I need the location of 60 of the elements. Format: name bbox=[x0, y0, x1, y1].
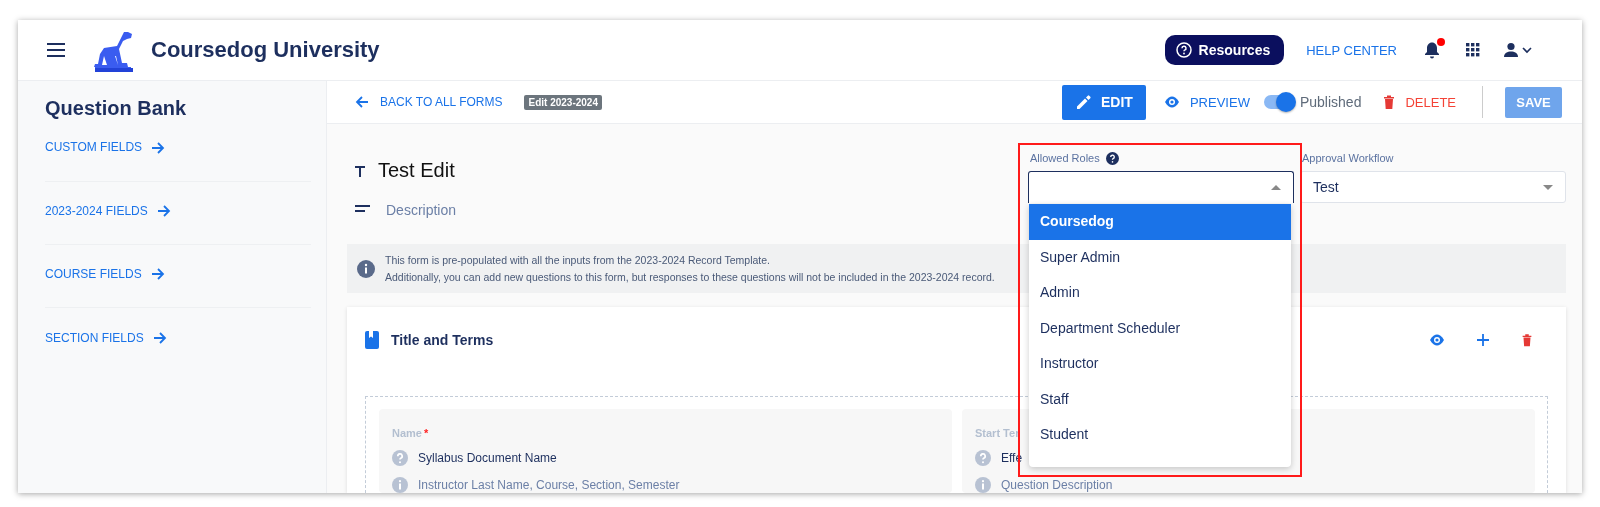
apps-grid-icon[interactable] bbox=[1466, 43, 1480, 57]
section-title: Title and Terms bbox=[391, 332, 494, 348]
arrow-right-icon bbox=[151, 329, 168, 346]
bell-icon[interactable] bbox=[1424, 41, 1440, 59]
delete-button[interactable]: DELETE bbox=[1381, 93, 1456, 111]
approval-workflow-label: Approval Workflow bbox=[1302, 152, 1394, 164]
edit-badge: Edit 2023-2024 bbox=[524, 94, 602, 110]
allowed-roles-select[interactable] bbox=[1028, 171, 1294, 203]
role-option[interactable]: Staff bbox=[1029, 381, 1291, 417]
question-description: Question Description bbox=[1001, 478, 1113, 492]
approval-workflow-select[interactable]: Test bbox=[1300, 171, 1566, 203]
sidebar-link[interactable]: CUSTOM FIELDS bbox=[45, 140, 311, 182]
arrow-right-icon bbox=[149, 266, 166, 282]
arrow-right-icon bbox=[155, 203, 172, 219]
role-option[interactable]: Student bbox=[1029, 417, 1291, 453]
text-type-icon bbox=[355, 166, 365, 177]
role-option[interactable]: Coursedog bbox=[1029, 204, 1291, 240]
help-icon bbox=[1105, 151, 1119, 165]
app-title: Coursedog University bbox=[151, 37, 380, 63]
question-label: Name bbox=[392, 427, 422, 439]
menu-icon[interactable] bbox=[47, 43, 65, 57]
info-text: This form is pre-populated with all the inputs from the 2023-2024 Record Template. bbox=[385, 252, 771, 268]
role-option[interactable]: Admin bbox=[1029, 275, 1291, 311]
required-mark: * bbox=[423, 427, 429, 439]
plus-icon[interactable] bbox=[1476, 333, 1490, 347]
info-text: Additionally, you can add new questions to this form, but responses to these questions will not be included in the 2023-2024 record. bbox=[385, 269, 995, 285]
sidebar-link[interactable]: SECTION FIELDS bbox=[45, 308, 311, 371]
help-circle-icon bbox=[975, 450, 991, 466]
allowed-roles-label: Allowed Roles bbox=[1030, 152, 1100, 164]
role-option[interactable]: Instructor bbox=[1029, 346, 1291, 382]
caret-down-icon bbox=[1543, 184, 1553, 190]
sidebar-title: Question Bank bbox=[45, 97, 188, 120]
description-icon bbox=[355, 205, 370, 215]
trash-icon[interactable] bbox=[1520, 332, 1534, 348]
eye-icon[interactable] bbox=[1428, 332, 1446, 348]
arrow-left-icon bbox=[354, 94, 370, 110]
arrow-right-icon bbox=[150, 140, 167, 156]
edit-button[interactable]: EDIT bbox=[1061, 84, 1146, 120]
help-icon bbox=[1175, 42, 1192, 58]
preview-button[interactable]: PREVIEW bbox=[1161, 94, 1250, 110]
user-menu-icon[interactable] bbox=[1504, 42, 1532, 58]
published-toggle[interactable] bbox=[1263, 95, 1294, 109]
question-text: Syllabus Document Name bbox=[418, 451, 557, 465]
help-circle-icon bbox=[392, 450, 408, 466]
bookmark-book-icon bbox=[365, 331, 379, 349]
published-label: Published bbox=[1299, 94, 1362, 110]
info-icon bbox=[357, 259, 375, 278]
caret-up-icon bbox=[1271, 185, 1281, 190]
resources-button[interactable]: Resources bbox=[1164, 35, 1285, 65]
question-description: Instructor Last Name, Course, Section, Semester bbox=[418, 478, 680, 492]
sidebar-link[interactable]: 2023-2024 FIELDS bbox=[45, 182, 311, 245]
sidebar-link[interactable]: COURSE FIELDS bbox=[45, 245, 311, 308]
pencil-icon bbox=[1075, 93, 1093, 111]
back-link[interactable]: BACK TO ALL FORMS bbox=[354, 94, 503, 110]
description-field[interactable]: Description bbox=[386, 202, 686, 218]
role-option[interactable]: Super Admin bbox=[1029, 239, 1291, 275]
help-center-link[interactable]: HELP CENTER bbox=[1306, 42, 1397, 58]
role-option[interactable]: Department Scheduler bbox=[1029, 310, 1291, 346]
form-title: Test Edit bbox=[378, 159, 455, 182]
question-label: Start Ter bbox=[975, 427, 1020, 439]
